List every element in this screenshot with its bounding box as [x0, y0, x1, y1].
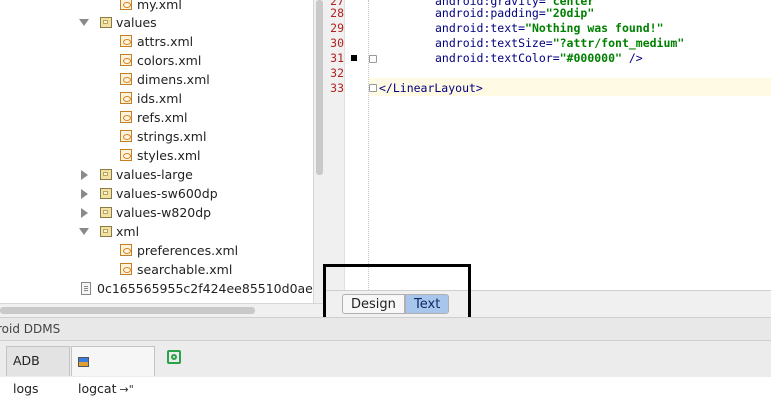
xml-file-icon	[120, 54, 132, 66]
tree-folder[interactable]: xml	[0, 223, 313, 242]
tree-item[interactable]: strings.xml	[0, 128, 313, 147]
tree-item-label: searchable.xml	[137, 262, 233, 277]
restart-icon[interactable]	[167, 350, 181, 364]
expand-arrow-icon[interactable]	[81, 189, 88, 199]
tree-folder[interactable]: values-w820dp	[0, 204, 313, 223]
tree-item[interactable]: colors.xml	[0, 52, 313, 71]
code-line: android:textSize="?attr/font_medium"	[435, 36, 685, 50]
folder-icon	[100, 188, 112, 199]
xml-file-icon	[120, 92, 132, 104]
xml-file-icon	[120, 0, 132, 10]
collapse-arrow-icon[interactable]	[79, 19, 89, 26]
tab-logcat[interactable]: logcat →"	[71, 346, 155, 396]
tree-item-label: ids.xml	[137, 91, 182, 106]
expand-arrow-icon[interactable]	[81, 170, 88, 180]
code-line: android:text="Nothing was found!"	[435, 21, 664, 35]
expand-arrow-icon[interactable]	[81, 208, 88, 218]
folder-icon	[100, 207, 112, 218]
tab-design[interactable]: Design	[342, 294, 405, 314]
tree-item-label: colors.xml	[137, 53, 202, 68]
code-editor[interactable]: 27 28 29 30 31 32 33 android:gravity="ce…	[325, 0, 771, 290]
tree-item-label: preferences.xml	[137, 243, 239, 258]
tree-item-label: strings.xml	[137, 129, 207, 144]
folder-icon	[100, 17, 112, 28]
project-tree: my.xml values attrs.xml colors.xml dimen…	[0, 0, 313, 303]
tree-folder[interactable]: values-sw600dp	[0, 185, 313, 204]
tab-adb-logs[interactable]: ADB logs	[6, 346, 70, 396]
xml-file-icon	[120, 35, 132, 47]
panel-title: roid DDMS	[0, 322, 61, 336]
tree-item[interactable]: refs.xml	[0, 109, 313, 128]
tree-item[interactable]: preferences.xml	[0, 242, 313, 261]
xml-file-icon	[120, 244, 132, 256]
folder-icon	[100, 169, 112, 180]
tree-item[interactable]: my.xml	[0, 0, 313, 15]
tree-item-label: my.xml	[137, 0, 182, 12]
file-icon	[81, 282, 91, 295]
xml-file-icon	[120, 130, 132, 142]
tab-logcat-label: logcat	[78, 381, 117, 396]
tree-item-label: styles.xml	[137, 148, 201, 163]
ddms-panel: ADB logs logcat →"	[0, 341, 771, 396]
tree-item[interactable]: searchable.xml	[0, 261, 313, 280]
tree-item-label: values-w820dp	[116, 205, 212, 220]
line-number: 32	[330, 66, 344, 80]
code-line: </LinearLayout>	[379, 81, 483, 95]
tree-item-label: attrs.xml	[137, 34, 194, 49]
tab-text[interactable]: Text	[405, 294, 450, 314]
pin-icon[interactable]: →"	[120, 383, 134, 396]
line-number: 31	[330, 51, 344, 65]
code-line: android:textColor="#000000" />	[435, 51, 643, 65]
tree-item-label: values-large	[116, 167, 193, 182]
tree-item-label: values-sw600dp	[116, 186, 218, 201]
line-number: 29	[330, 21, 344, 35]
tree-folder[interactable]: values	[0, 14, 313, 33]
tree-item[interactable]: 0c165565955c2f424ee85510d0ae	[0, 280, 313, 299]
line-number: 30	[330, 36, 344, 50]
fold-icon[interactable]	[369, 55, 377, 63]
tree-item[interactable]: ids.xml	[0, 90, 313, 109]
fold-column	[345, 0, 369, 290]
tree-item-label: dimens.xml	[137, 72, 210, 87]
scrollbar-thumb[interactable]	[0, 307, 255, 314]
folder-icon	[100, 226, 112, 237]
tree-item[interactable]: styles.xml	[0, 147, 313, 166]
line-number: 28	[330, 6, 344, 20]
logcat-icon	[78, 356, 89, 367]
tree-horizontal-scrollbar[interactable]	[0, 303, 325, 317]
tree-vertical-scrollbar[interactable]	[313, 0, 325, 303]
xml-file-icon	[120, 149, 132, 161]
fold-icon[interactable]	[369, 84, 377, 92]
tree-item-label: values	[116, 15, 157, 30]
tree-item-label: refs.xml	[137, 110, 188, 125]
tree-item[interactable]: attrs.xml	[0, 33, 313, 52]
xml-file-icon	[120, 263, 132, 275]
xml-file-icon	[120, 111, 132, 123]
tree-item[interactable]: dimens.xml	[0, 71, 313, 90]
tree-folder[interactable]: values-large	[0, 166, 313, 185]
code-line: android:padding="20dip"	[435, 6, 595, 20]
collapse-arrow-icon[interactable]	[79, 228, 89, 235]
tree-item-label: 0c165565955c2f424ee85510d0ae	[97, 281, 313, 296]
ddms-title-bar: roid DDMS	[0, 317, 771, 341]
tree-item-label: xml	[116, 224, 140, 239]
scrollbar-thumb[interactable]	[316, 0, 323, 175]
breakpoint-marker-icon[interactable]	[351, 55, 357, 61]
line-number: 33	[330, 81, 344, 95]
line-number-gutter: 27 28 29 30 31 32 33	[325, 0, 345, 290]
editor-view-tabs: Design Text	[325, 290, 771, 317]
xml-file-icon	[120, 73, 132, 85]
